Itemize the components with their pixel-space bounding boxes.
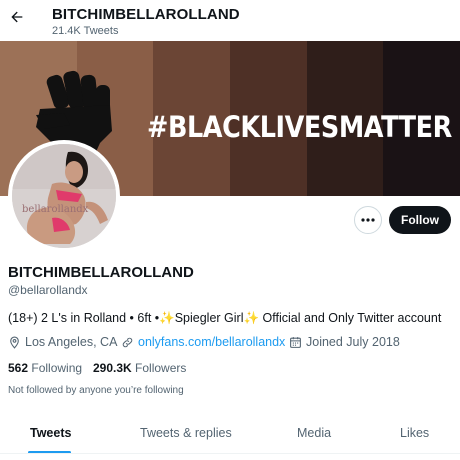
profile-header: BITCHIMBELLAROLLAND 21.4K Tweets [0,0,460,40]
follow-button[interactable]: Follow [389,206,451,234]
avatar-watermark: bellarollandx [22,204,89,215]
following-stat[interactable]: 562 Following [8,361,82,375]
more-options-button[interactable] [354,206,382,234]
tab-tweets-replies[interactable]: Tweets & replies [140,426,232,440]
followers-stat[interactable]: 290.3K Followers [93,361,186,375]
followers-label: Followers [135,361,187,375]
following-label: Following [31,361,83,375]
location-pin-icon [10,336,19,349]
avatar[interactable]: bellarollandx [8,140,120,252]
followers-count: 290.3K [93,361,132,375]
more-dots-icon [361,218,375,222]
avatar-photo: bellarollandx [12,144,116,248]
profile-tabs: Tweets Tweets & replies Media Likes [0,414,460,454]
website-link[interactable]: onlyfans.com/bellarollandx [138,335,285,349]
tab-likes[interactable]: Likes [400,426,429,440]
banner-hashtag: #BLACKLIVESMATTER [147,110,452,144]
website[interactable]: onlyfans.com/bellarollandx [121,335,285,349]
header-title: BITCHIMBELLAROLLAND [52,6,240,23]
location-text: Los Angeles, CA [25,335,118,349]
tweet-count: 21.4K Tweets [52,25,119,37]
bio: (18+) 2 L's in Rolland • 6ft •✨Spiegler … [8,311,442,325]
followed-by-note: Not followed by anyone you’re following [8,385,184,396]
divider [0,453,460,454]
link-icon [122,337,133,347]
tab-tweets[interactable]: Tweets [30,426,71,440]
user-handle: @bellarollandx [8,283,88,297]
back-arrow-icon[interactable] [6,6,28,28]
join-date-text: Joined July 2018 [306,335,400,349]
following-count: 562 [8,361,29,375]
location: Los Angeles, CA [8,335,117,349]
tab-media[interactable]: Media [297,426,331,440]
display-name: BITCHIMBELLAROLLAND [8,264,194,281]
calendar-icon [290,336,301,348]
join-date: Joined July 2018 [289,335,400,349]
